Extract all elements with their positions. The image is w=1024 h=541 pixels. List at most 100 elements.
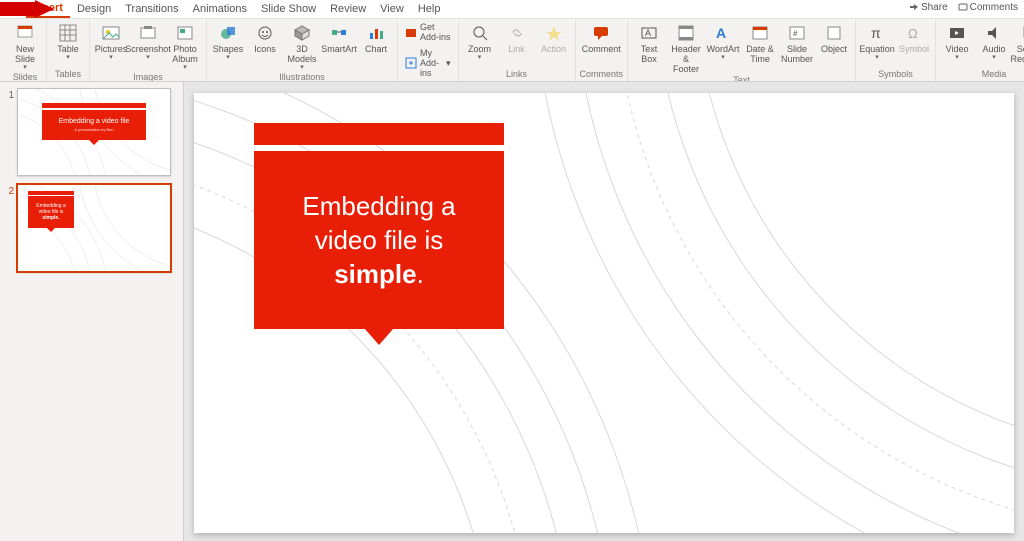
group-text: AText Box Header & Footer AWordArt▾ Date… <box>628 21 856 81</box>
tab-design[interactable]: Design <box>70 1 118 17</box>
share-icon <box>909 3 919 13</box>
slide-thumbnail-1[interactable]: Embedding a video file A presentation by… <box>17 88 171 176</box>
slide-number-icon: # <box>787 23 807 43</box>
photo-album-icon <box>175 23 195 43</box>
slide-text-line1: Embedding a <box>302 189 455 223</box>
group-tables: Table▾ Tables <box>47 21 90 81</box>
group-illustrations: Shapes▾ Icons 3D Models▾ SmartArt Chart … <box>207 21 398 81</box>
shapes-button[interactable]: Shapes▾ <box>211 21 245 61</box>
group-label-images: Images <box>133 71 163 82</box>
screenshot-button[interactable]: Screenshot▾ <box>131 21 165 61</box>
action-icon <box>544 23 564 43</box>
thumb2-l3: simple. <box>30 215 72 221</box>
ribbon: New Slide▾ Slides Table▾ Tables Pictures… <box>0 19 1024 82</box>
group-label-tables: Tables <box>55 68 81 81</box>
callout-tail <box>365 329 393 345</box>
group-slides: New Slide▾ Slides <box>4 21 47 81</box>
thumb-number: 1 <box>4 88 14 176</box>
chart-icon <box>366 23 386 43</box>
my-addins-button[interactable]: My Add-ins▾ <box>402 47 454 79</box>
smartart-icon <box>329 23 349 43</box>
callout-shape[interactable]: Embedding a video file is simple. <box>254 123 504 329</box>
audio-icon <box>984 23 1004 43</box>
group-label-slides: Slides <box>13 71 38 82</box>
addins-icon <box>405 56 417 70</box>
zoom-button[interactable]: Zoom▾ <box>463 21 497 61</box>
equation-icon: π <box>867 23 887 43</box>
get-addins-button[interactable]: Get Add-ins <box>402 21 454 43</box>
group-symbols: πEquation▾ ΩSymbol Symbols <box>856 21 936 81</box>
shapes-icon <box>218 23 238 43</box>
slide-number-button[interactable]: #Slide Number <box>780 21 814 64</box>
header-footer-icon <box>676 23 696 43</box>
new-slide-icon <box>15 23 35 43</box>
date-time-button[interactable]: Date & Time <box>743 21 777 64</box>
share-button[interactable]: Share <box>909 2 948 13</box>
header-footer-button[interactable]: Header & Footer <box>669 21 703 74</box>
screenshot-icon <box>138 23 158 43</box>
text-box-button[interactable]: AText Box <box>632 21 666 64</box>
object-button[interactable]: Object <box>817 21 851 54</box>
slide-thumbnail-2[interactable]: Embedding a video file is simple. <box>17 184 171 272</box>
icons-icon <box>255 23 275 43</box>
svg-text:π: π <box>871 25 881 41</box>
tab-slideshow[interactable]: Slide Show <box>254 1 323 17</box>
symbol-icon: Ω <box>904 23 924 43</box>
slide-thumbnail-panel: 1 Embedding a video file A presentation … <box>0 82 184 541</box>
group-label-comments: Comments <box>580 68 624 81</box>
video-button[interactable]: Video▾ <box>940 21 974 61</box>
annotation-arrow <box>0 0 55 18</box>
group-label-symbols: Symbols <box>878 68 913 81</box>
audio-button[interactable]: Audio▾ <box>977 21 1011 61</box>
group-label-illustrations: Illustrations <box>279 71 325 82</box>
svg-text:A: A <box>716 25 726 41</box>
thumb-number: 2 <box>4 184 14 272</box>
wordart-button[interactable]: AWordArt▾ <box>706 21 740 61</box>
text-box-icon: A <box>639 23 659 43</box>
group-label-media: Media <box>982 68 1007 81</box>
tab-view[interactable]: View <box>373 1 411 17</box>
pictures-icon <box>101 23 121 43</box>
ribbon-tab-bar: File Insert Design Transitions Animation… <box>0 0 1024 19</box>
comment-icon <box>958 3 968 13</box>
tab-review[interactable]: Review <box>323 1 373 17</box>
callout-bar <box>254 123 504 145</box>
thumb1-title: Embedding a video file <box>44 118 144 125</box>
workspace: 1 Embedding a video file A presentation … <box>0 82 1024 541</box>
comment-bubble-icon <box>591 23 611 43</box>
slide-canvas[interactable]: Embedding a video file is simple. <box>194 93 1014 533</box>
link-icon <box>507 23 527 43</box>
screen-recording-button[interactable]: Screen Recording <box>1014 21 1024 64</box>
slide-canvas-area: Embedding a video file is simple. <box>184 82 1024 541</box>
group-comments: Comment Comments <box>576 21 629 81</box>
action-button: Action <box>537 21 571 54</box>
smartart-button[interactable]: SmartArt <box>322 21 356 54</box>
icons-button[interactable]: Icons <box>248 21 282 54</box>
chart-button[interactable]: Chart <box>359 21 393 54</box>
symbol-button: ΩSymbol <box>897 21 931 54</box>
video-icon <box>947 23 967 43</box>
table-icon <box>58 23 78 43</box>
tab-animations[interactable]: Animations <box>186 1 254 17</box>
group-label-text: Text <box>733 74 750 82</box>
tab-transitions[interactable]: Transitions <box>118 1 185 17</box>
slide-text-line3: simple. <box>334 257 424 291</box>
comments-button[interactable]: Comments <box>958 2 1018 13</box>
zoom-icon <box>470 23 490 43</box>
group-images: Pictures▾ Screenshot▾ Photo Album▾ Image… <box>90 21 207 81</box>
thumb1-sub: A presentation by Ben <box>44 127 144 132</box>
group-label-links: Links <box>506 68 527 81</box>
svg-text:Ω: Ω <box>908 26 918 41</box>
photo-album-button[interactable]: Photo Album▾ <box>168 21 202 71</box>
link-button: Link <box>500 21 534 54</box>
tab-help[interactable]: Help <box>411 1 448 17</box>
3d-models-button[interactable]: 3D Models▾ <box>285 21 319 71</box>
pictures-button[interactable]: Pictures▾ <box>94 21 128 61</box>
group-links: Zoom▾ Link Action Links <box>459 21 576 81</box>
cube-icon <box>292 23 312 43</box>
equation-button[interactable]: πEquation▾ <box>860 21 894 61</box>
comment-button[interactable]: Comment <box>584 21 618 54</box>
table-button[interactable]: Table▾ <box>51 21 85 61</box>
slide-text-line2: video file is <box>315 223 444 257</box>
new-slide-button[interactable]: New Slide▾ <box>8 21 42 71</box>
